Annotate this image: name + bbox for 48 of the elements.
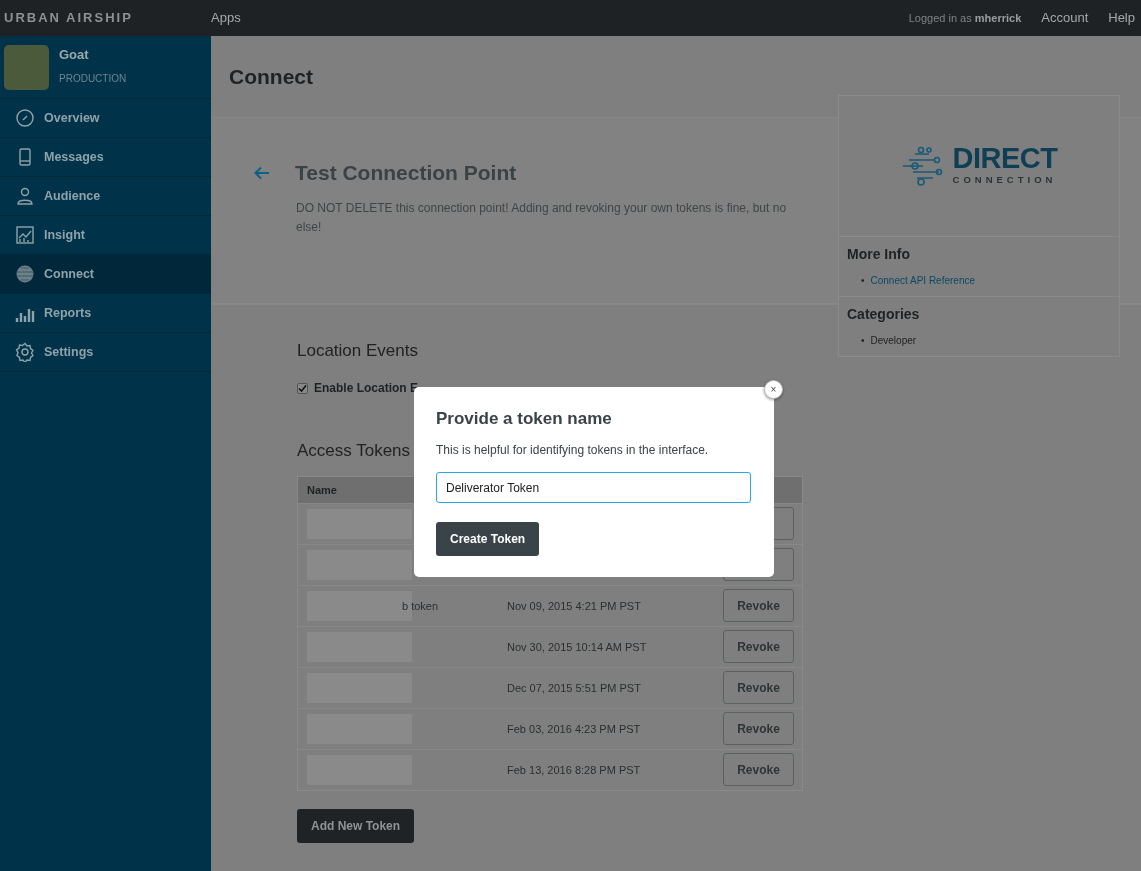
- token-name-input[interactable]: Deliverator Token: [436, 472, 751, 504]
- logo-subtitle: CONNECTION: [952, 173, 1058, 188]
- settings-icon: [15, 342, 35, 362]
- card-heading: More Info: [847, 246, 911, 263]
- brand-logo: URBAN AIRSHIP: [3, 9, 134, 28]
- nav-link[interactable]: Help: [1108, 8, 1135, 28]
- card-heading: Categories: [847, 305, 921, 323]
- category-text: Developer: [870, 334, 917, 346]
- revoke-button[interactable]: Revoke: [723, 753, 794, 787]
- token-date: Feb 03, 2016 4:23 PM PST: [507, 721, 641, 737]
- token-date: Nov 09, 2015 4:21 PM PST: [507, 598, 641, 614]
- sidebar-item[interactable]: Settings: [0, 333, 211, 372]
- revoke-button[interactable]: Revoke: [723, 589, 794, 623]
- token-date: Nov 30, 2015 10:14 AM PST: [507, 639, 647, 655]
- sidebar-item[interactable]: Overview: [0, 99, 211, 138]
- chart-icon: [15, 225, 35, 245]
- logged-in-text: Logged in as mherrick: [908, 10, 1022, 26]
- sidebar-item[interactable]: Reports: [0, 294, 211, 333]
- revoke-button[interactable]: Revoke: [723, 671, 794, 705]
- revoke-button[interactable]: Revoke: [723, 712, 794, 746]
- person-icon: [15, 186, 35, 206]
- apps-link[interactable]: Apps: [211, 8, 241, 28]
- section-heading: Location Events: [297, 341, 418, 362]
- dialog-help-text: This is helpful for identifying tokens in the interface.: [436, 442, 710, 460]
- section-heading: Access Tokens: [297, 441, 411, 462]
- bullet: •: [861, 274, 865, 286]
- connection-title: Test Connection Point: [295, 160, 517, 186]
- photo-placeholder: [4, 45, 49, 90]
- logo-wordmark: DIRECT: [952, 144, 1058, 174]
- globe-icon: [15, 264, 35, 284]
- app-environment: PRODUCTION: [59, 71, 127, 86]
- gauge-icon: [15, 108, 35, 128]
- token-name: b token: [402, 598, 439, 614]
- close-button[interactable]: ×: [764, 380, 783, 399]
- dialog-title: Provide a token name: [436, 409, 613, 430]
- column-header: Name: [307, 482, 337, 498]
- page-title: Connect: [229, 64, 314, 90]
- nav-link[interactable]: Account: [1041, 8, 1089, 28]
- bullet: •: [861, 334, 865, 346]
- app-name: Goat: [59, 46, 90, 64]
- checkbox[interactable]: [297, 382, 308, 394]
- sidebar-item[interactable]: Connect: [0, 255, 211, 294]
- token-date: Feb 13, 2016 8:28 PM PST: [507, 762, 641, 778]
- create-token-button[interactable]: Create Token: [436, 522, 540, 557]
- revoke-button[interactable]: Revoke: [723, 630, 794, 664]
- token-date: Dec 07, 2015 5:51 PM PST: [507, 680, 641, 696]
- add-token-button[interactable]: Add New Token: [297, 808, 415, 843]
- connection-description: DO NOT DELETE this connection point! Adding and revoking your own tokens is fine, but no else!: [296, 200, 788, 237]
